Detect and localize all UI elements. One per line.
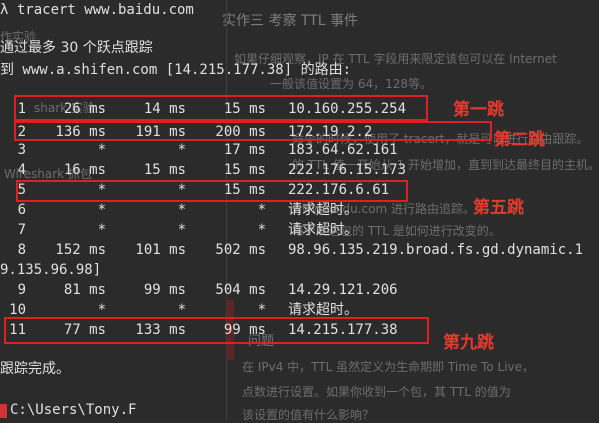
hop-rtt: 99 ms — [143, 282, 186, 298]
hop-host: 请求超时。 — [288, 202, 358, 218]
hop-rtt: * — [97, 142, 106, 158]
hop-host: 98.96.135.219.broad.fs.gd.dynamic.1 — [288, 242, 584, 258]
annotation-hop-5: 第五跳 — [473, 198, 524, 218]
hop-rtt: * — [177, 222, 186, 238]
annotation-hop-1: 第一跳 — [453, 100, 504, 120]
highlight-box-hop-1 — [14, 95, 428, 121]
hop-host: 14.29.121.206 — [288, 282, 398, 298]
hop-rtt: 152 ms — [55, 242, 106, 258]
hop-rtt: * — [257, 302, 266, 318]
hop-rtt: * — [177, 302, 186, 318]
hop-rtt: 16 ms — [63, 162, 106, 178]
hop-rtt: 15 ms — [143, 162, 186, 178]
hop-number: 7 — [17, 222, 26, 238]
highlight-box-hop-11 — [4, 317, 429, 344]
command-line: λ tracert www.baidu.com — [0, 2, 194, 18]
current-directory-prompt: C:\Users\Tony.F — [10, 402, 137, 418]
hop-8-wrapped-line: 9.135.96.98] — [0, 262, 102, 278]
hop-rtt: * — [97, 222, 106, 238]
hop-number: 4 — [17, 162, 26, 178]
highlight-box-hop-2 — [14, 121, 492, 141]
hop-rtt: * — [177, 142, 186, 158]
hop-host: 请求超时。 — [288, 302, 358, 318]
hop-rtt: 101 ms — [135, 242, 186, 258]
hop-row: 10 * * * 请求超时。 — [0, 302, 599, 318]
trace-header: 通过最多 30 个跃点跟踪 — [0, 40, 153, 56]
hop-number: 10 — [9, 302, 26, 318]
highlight-box-hop-5 — [16, 180, 408, 202]
hop-rtt: * — [97, 302, 106, 318]
prompt-marker — [0, 404, 7, 418]
hop-rtt: * — [257, 202, 266, 218]
hop-number: 3 — [17, 142, 26, 158]
hop-number: 8 — [17, 242, 26, 258]
hop-rtt: * — [257, 222, 266, 238]
annotation-hop-2: 第二跳 — [494, 130, 545, 150]
hop-number: 6 — [17, 202, 26, 218]
hop-rtt: 15 ms — [223, 162, 266, 178]
hop-row: 8 152 ms 101 ms 502 ms 98.96.135.219.broad.f… — [0, 242, 599, 258]
annotation-hop-9: 第九跳 — [443, 333, 494, 353]
hop-row: 7 * * * 请求超时。 — [0, 222, 599, 238]
hop-host: 183.64.62.161 — [288, 142, 398, 158]
hop-rtt: 504 ms — [215, 282, 266, 298]
hop-rtt: * — [97, 202, 106, 218]
trace-complete-message: 跟踪完成。 — [0, 361, 70, 377]
trace-header-route: 到 www.a.shifen.com [14.215.177.38] 的路由: — [0, 62, 352, 78]
hop-rtt: 17 ms — [223, 142, 266, 158]
hop-row: 4 16 ms 15 ms 15 ms 222.176.15.173 — [0, 162, 599, 178]
hop-rtt: * — [177, 202, 186, 218]
hop-row: 9 81 ms 99 ms 504 ms 14.29.121.206 — [0, 282, 599, 298]
hop-rtt: 502 ms — [215, 242, 266, 258]
hop-number: 9 — [17, 282, 26, 298]
hop-host: 请求超时。 — [288, 222, 358, 238]
hop-host: 222.176.15.173 — [288, 162, 407, 178]
hop-rtt: 81 ms — [63, 282, 106, 298]
